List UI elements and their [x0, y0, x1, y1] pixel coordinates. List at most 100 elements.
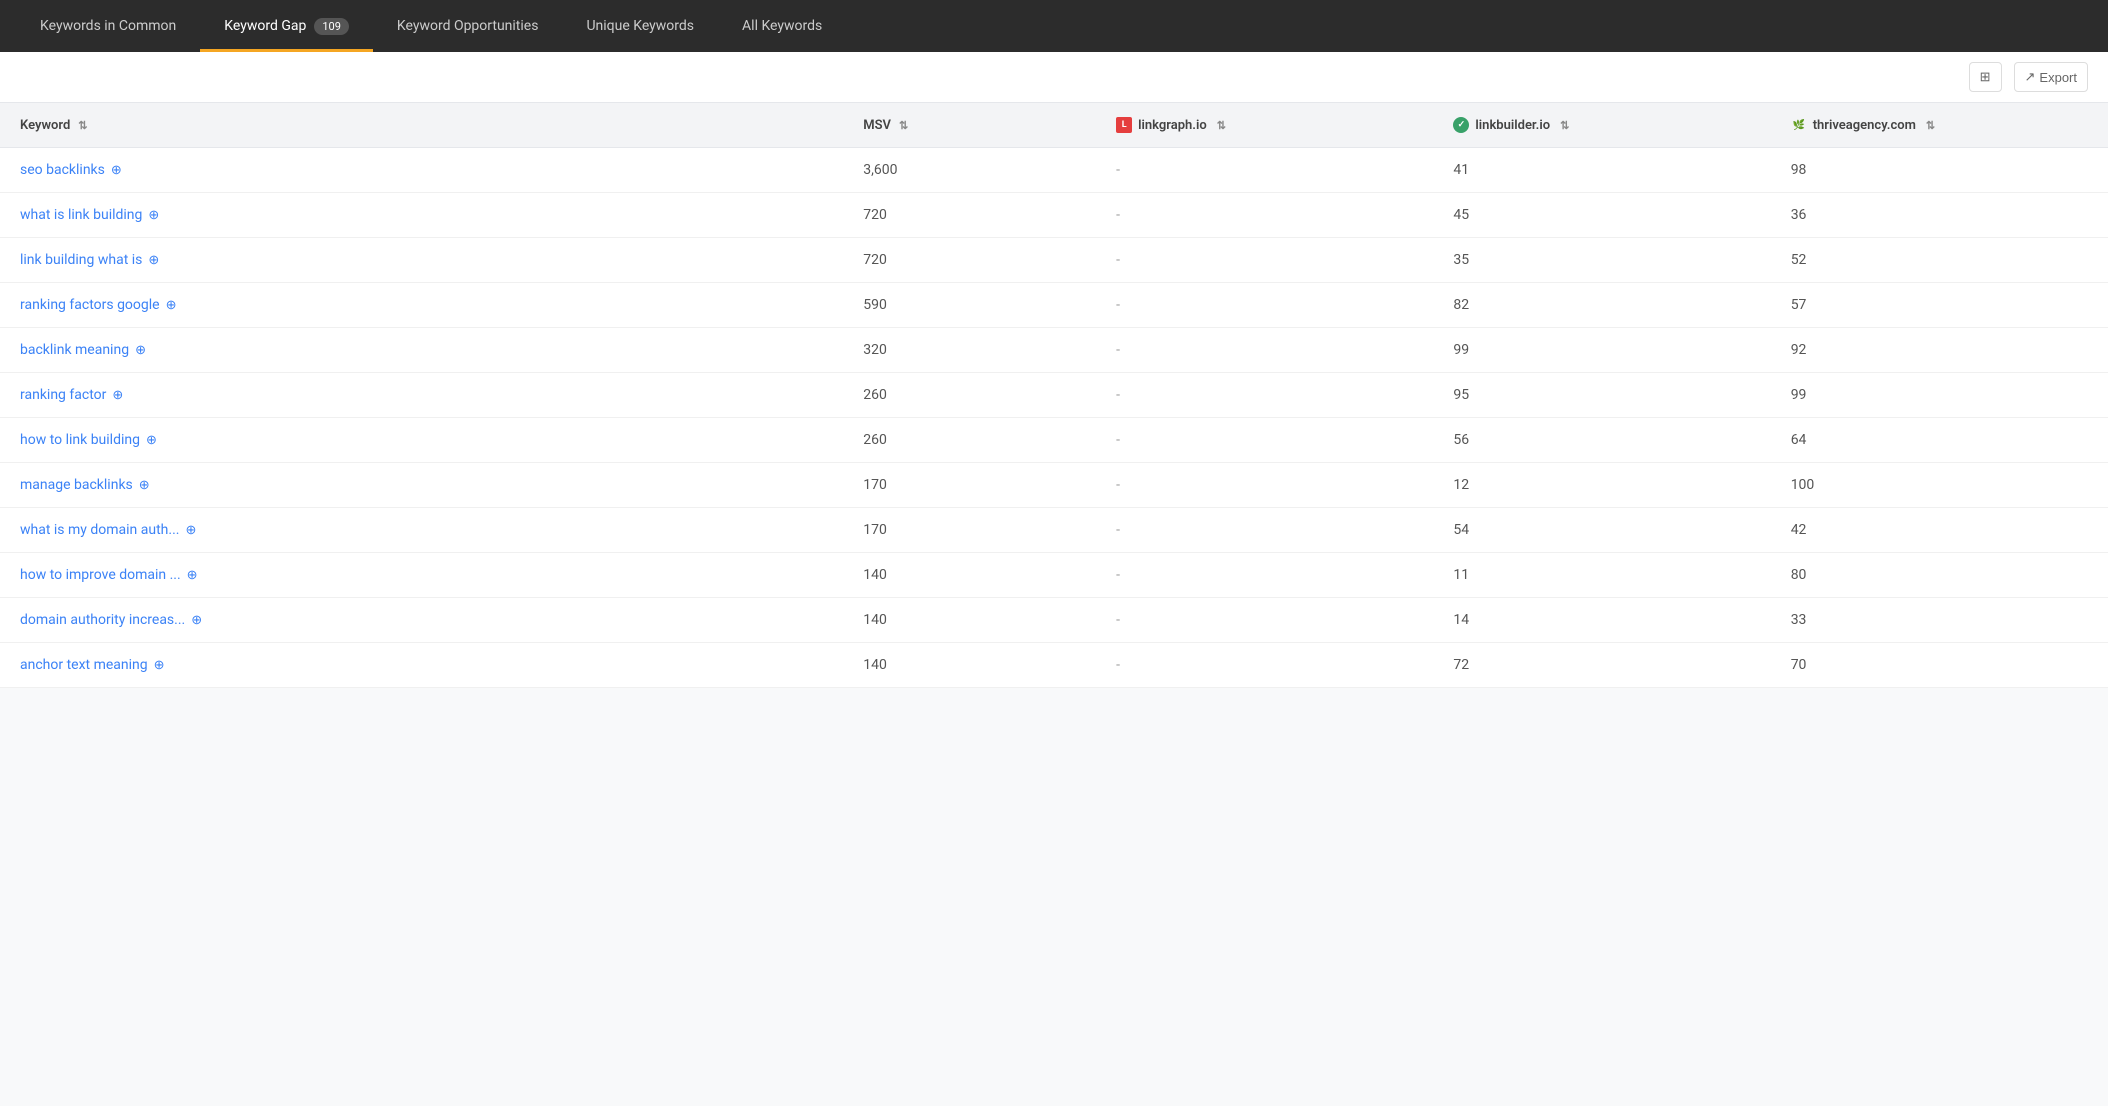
msv-value: 260	[843, 418, 1096, 463]
col-linkbuilder-label: linkbuilder.io	[1475, 118, 1550, 133]
external-link-icon: ⊕	[185, 523, 196, 538]
col-thrive-label: thriveagency.com	[1813, 118, 1916, 133]
col-header-linkbuilder[interactable]: ✓ linkbuilder.io ⇅	[1433, 103, 1770, 148]
keyword-link[interactable]: anchor text meaning ⊕	[20, 657, 823, 673]
keyword-table-container: Keyword ⇅ MSV ⇅ L linkgraph.io ⇅	[0, 103, 2108, 688]
keyword-link[interactable]: ranking factors google⊕	[20, 297, 823, 313]
thrive-value: 36	[1771, 193, 2108, 238]
external-link-icon: ⊕	[148, 253, 159, 268]
linkgraph-value: -	[1096, 373, 1433, 418]
col-header-linkgraph[interactable]: L linkgraph.io ⇅	[1096, 103, 1433, 148]
table-row: what is my domain auth...⊕ 170-5442	[0, 508, 2108, 553]
table-row: seo backlinks⊕3,600-4198	[0, 148, 2108, 193]
keyword-link[interactable]: how to improve domain ... ⊕	[20, 567, 823, 583]
keyword-link[interactable]: what is my domain auth...⊕	[20, 522, 823, 538]
keyword-link[interactable]: seo backlinks ⊕	[20, 162, 823, 178]
table-header: Keyword ⇅ MSV ⇅ L linkgraph.io ⇅	[0, 103, 2108, 148]
tab-unique-keywords[interactable]: Unique Keywords	[562, 0, 718, 52]
table-row: ranking factors google⊕590-8257	[0, 283, 2108, 328]
table-body: seo backlinks⊕3,600-4198what is link bui…	[0, 148, 2108, 688]
sort-keyword-icon: ⇅	[78, 119, 87, 132]
keyword-text: manage backlinks	[20, 477, 133, 493]
col-header-thrive[interactable]: 🌿 thriveagency.com ⇅	[1771, 103, 2108, 148]
tab-all-keywords[interactable]: All Keywords	[718, 0, 846, 52]
keyword-link[interactable]: link building what is ⊕	[20, 252, 823, 268]
linkbuilder-value: 45	[1433, 193, 1770, 238]
tab-keywords-in-common[interactable]: Keywords in Common	[16, 0, 200, 52]
msv-value: 140	[843, 553, 1096, 598]
linkbuilder-value: 54	[1433, 508, 1770, 553]
columns-icon: ⊞	[1980, 69, 1991, 85]
export-label: Export	[2039, 70, 2077, 85]
col-keyword-label: Keyword	[20, 118, 70, 133]
linkbuilder-value: 82	[1433, 283, 1770, 328]
col-header-msv[interactable]: MSV ⇅	[843, 103, 1096, 148]
thrive-value: 57	[1771, 283, 2108, 328]
keyword-text: ranking factor	[20, 387, 106, 403]
keyword-link[interactable]: backlink meaning⊕	[20, 342, 823, 358]
toolbar: ⊞ ↗ Export	[0, 52, 2108, 103]
keyword-link[interactable]: what is link building ⊕	[20, 207, 823, 223]
tab-bar: Keywords in CommonKeyword Gap109Keyword …	[0, 0, 2108, 52]
keyword-link[interactable]: domain authority increas...⊕	[20, 612, 823, 628]
keyword-text: how to link building	[20, 432, 140, 448]
thrive-value: 100	[1771, 463, 2108, 508]
sort-linkbuilder-icon: ⇅	[1560, 119, 1569, 132]
table-row: domain authority increas...⊕140-1433	[0, 598, 2108, 643]
external-link-icon: ⊕	[148, 208, 159, 223]
col-header-keyword[interactable]: Keyword ⇅	[0, 103, 843, 148]
keyword-link[interactable]: ranking factor⊕	[20, 387, 823, 403]
table-row: ranking factor⊕260-9599	[0, 373, 2108, 418]
linkbuilder-value: 99	[1433, 328, 1770, 373]
export-button[interactable]: ↗ Export	[2014, 62, 2088, 92]
linkgraph-value: -	[1096, 238, 1433, 283]
msv-value: 140	[843, 598, 1096, 643]
linkgraph-value: -	[1096, 328, 1433, 373]
linkbuilder-value: 56	[1433, 418, 1770, 463]
external-link-icon: ⊕	[146, 433, 157, 448]
msv-value: 140	[843, 643, 1096, 688]
table-row: manage backlinks⊕170-12100	[0, 463, 2108, 508]
keyword-text: anchor text meaning	[20, 657, 148, 673]
linkgraph-value: -	[1096, 283, 1433, 328]
linkbuilder-value: 95	[1433, 373, 1770, 418]
sort-linkgraph-icon: ⇅	[1217, 119, 1226, 132]
keyword-text: seo backlinks	[20, 162, 105, 178]
tab-badge-keyword-gap: 109	[314, 18, 349, 35]
keyword-text: ranking factors google	[20, 297, 160, 313]
linkgraph-value: -	[1096, 508, 1433, 553]
keyword-table: Keyword ⇅ MSV ⇅ L linkgraph.io ⇅	[0, 103, 2108, 688]
external-link-icon: ⊕	[111, 163, 122, 178]
linkbuilder-value: 35	[1433, 238, 1770, 283]
external-link-icon: ⊕	[139, 478, 150, 493]
linkbuilder-value: 11	[1433, 553, 1770, 598]
linkbuilder-favicon: ✓	[1453, 117, 1469, 133]
tab-label-keyword-gap: Keyword Gap	[224, 18, 306, 34]
columns-button[interactable]: ⊞	[1969, 62, 2002, 92]
thrive-value: 92	[1771, 328, 2108, 373]
thrive-value: 64	[1771, 418, 2108, 463]
msv-value: 320	[843, 328, 1096, 373]
msv-value: 170	[843, 508, 1096, 553]
table-row: how to improve domain ...⊕140-1180	[0, 553, 2108, 598]
keyword-link[interactable]: how to link building ⊕	[20, 432, 823, 448]
msv-value: 720	[843, 193, 1096, 238]
keyword-text: what is link building	[20, 207, 142, 223]
external-link-icon: ⊕	[154, 658, 165, 673]
tab-label-all-keywords: All Keywords	[742, 18, 822, 34]
linkgraph-value: -	[1096, 463, 1433, 508]
tab-keyword-gap[interactable]: Keyword Gap 109	[200, 0, 373, 52]
external-link-icon: ⊕	[187, 568, 198, 583]
linkgraph-value: -	[1096, 418, 1433, 463]
thrive-value: 42	[1771, 508, 2108, 553]
tab-label-keywords-in-common: Keywords in Common	[40, 18, 176, 34]
msv-value: 260	[843, 373, 1096, 418]
keyword-link[interactable]: manage backlinks ⊕	[20, 477, 823, 493]
keyword-text: how to improve domain ...	[20, 567, 181, 583]
msv-value: 170	[843, 463, 1096, 508]
keyword-text: link building what is	[20, 252, 142, 268]
tab-keyword-opportunities[interactable]: Keyword Opportunities	[373, 0, 563, 52]
linkgraph-value: -	[1096, 643, 1433, 688]
linkgraph-value: -	[1096, 193, 1433, 238]
msv-value: 3,600	[843, 148, 1096, 193]
